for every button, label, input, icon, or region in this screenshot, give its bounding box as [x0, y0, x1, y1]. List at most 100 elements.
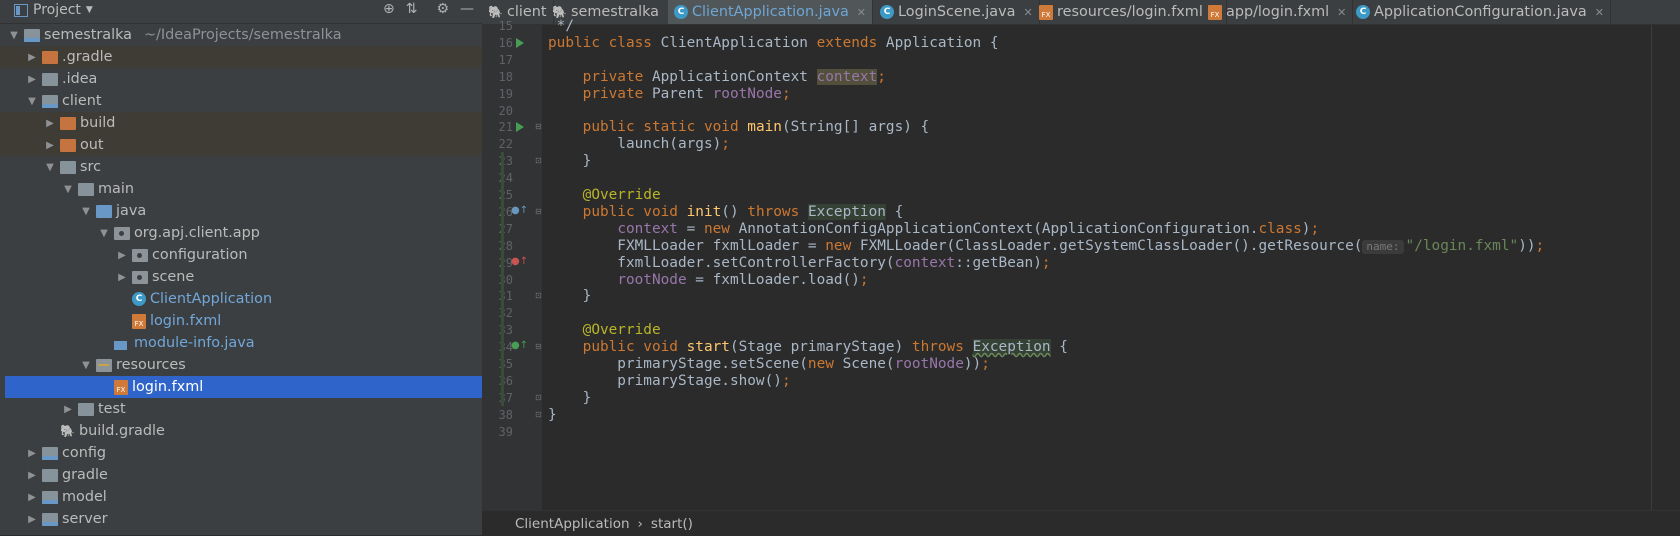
code-line[interactable]: */ — [548, 17, 574, 35]
code-line[interactable]: public void start(Stage primaryStage) th… — [548, 338, 1068, 356]
line-number[interactable]: 37 — [482, 389, 513, 407]
expand-right-icon[interactable]: ▶ — [26, 514, 38, 525]
expand-down-icon[interactable]: ▼ — [44, 162, 56, 173]
fold-end-icon[interactable]: ⊡ — [535, 292, 542, 300]
tree-item-build-gradle[interactable]: 🐘 build.gradle — [0, 420, 482, 442]
tree-item-java[interactable]: ▼ java — [0, 200, 482, 222]
expand-down-icon[interactable]: ▼ — [80, 206, 92, 217]
code-line[interactable]: launch(args); — [548, 135, 730, 153]
tree-item-out[interactable]: ▶ out — [0, 134, 482, 156]
line-number[interactable]: 30 — [482, 271, 513, 289]
vcs-change-marker[interactable] — [501, 152, 504, 406]
editor-gutter[interactable]: 15 16 17 18 19 20 21 ⊟ 22 23 ⊡ 24 25 26 ●↑ ⊟ 27 28 29 ●↑ 30 3… — [482, 19, 543, 510]
line-number[interactable]: 26 — [482, 203, 513, 221]
gear-icon[interactable]: ⚙ — [436, 1, 449, 17]
tree-item-config[interactable]: ▶ config — [0, 442, 482, 464]
hide-icon[interactable]: — — [460, 1, 474, 17]
tree-item-semestralka[interactable]: ▼ semestralka ~/IdeaProjects/semestralka — [0, 24, 482, 46]
expand-right-icon[interactable]: ▶ — [116, 272, 128, 283]
tree-item-login-fxml[interactable]: FX login.fxml — [0, 310, 482, 332]
expand-right-icon[interactable]: ▶ — [26, 470, 38, 481]
code-line[interactable]: @Override — [548, 186, 661, 204]
line-number[interactable]: 21 — [482, 118, 513, 136]
expand-down-icon[interactable]: ▼ — [26, 96, 38, 107]
line-number[interactable]: 27 — [482, 220, 513, 238]
expand-down-icon[interactable]: ▼ — [8, 30, 20, 41]
code-line[interactable]: FXMLLoader fxmlLoader = new FXMLLoader(C… — [548, 237, 1544, 255]
breadcrumb-class[interactable]: ClientApplication — [515, 516, 630, 532]
close-tab-icon[interactable]: ✕ — [857, 6, 866, 19]
line-number[interactable]: 15 — [482, 17, 513, 35]
expand-right-icon[interactable]: ▶ — [26, 74, 38, 85]
expand-right-icon[interactable]: ▶ — [116, 250, 128, 261]
fold-end-icon[interactable]: ⊡ — [535, 410, 542, 419]
tree-item--gradle[interactable]: ▶ .gradle — [0, 46, 482, 68]
line-number[interactable]: 33 — [482, 321, 513, 339]
fold-open-icon[interactable]: ⊟ — [535, 207, 542, 216]
tree-item-scene[interactable]: ▶ scene — [0, 266, 482, 288]
tree-item-login-fxml[interactable]: FX login.fxml — [5, 376, 482, 398]
globe-icon[interactable]: ⊕ — [383, 1, 395, 17]
tab-app-login-fxml[interactable]: FX app/login.fxml ✕ — [1202, 0, 1354, 24]
tree-item-src[interactable]: ▼ src — [0, 156, 482, 178]
code-line[interactable]: context = new AnnotationConfigApplicatio… — [548, 220, 1319, 238]
tree-item-configuration[interactable]: ▶ configuration — [0, 244, 482, 266]
line-number[interactable]: 17 — [482, 51, 513, 69]
code-line[interactable]: fxmlLoader.setControllerFactory(context:… — [548, 254, 1050, 272]
tree-item--idea[interactable]: ▶ .idea — [0, 68, 482, 90]
line-number[interactable]: 18 — [482, 68, 513, 86]
code-area[interactable]: */public class ClientApplication extends… — [542, 18, 1680, 510]
expand-down-icon[interactable]: ▼ — [80, 360, 92, 371]
close-tab-icon[interactable]: ✕ — [1023, 6, 1032, 19]
override-method-icon[interactable]: ●↑ — [511, 340, 528, 351]
tree-item-model[interactable]: ▶ model — [0, 486, 482, 508]
expand-right-icon[interactable]: ▶ — [44, 140, 56, 151]
tab-applicationconfiguration-java[interactable]: C ApplicationConfiguration.java ✕ — [1350, 0, 1611, 24]
line-number[interactable]: 16 — [482, 34, 513, 52]
tree-item-clientapplication[interactable]: C ClientApplication — [0, 288, 482, 310]
tab-loginscene-java[interactable]: C LoginScene.java ✕ — [874, 0, 1040, 24]
code-line[interactable]: public class ClientApplication extends A… — [548, 34, 999, 52]
line-number[interactable]: 23 — [482, 152, 513, 170]
line-number[interactable]: 36 — [482, 372, 513, 390]
tree-item-test[interactable]: ▶ test — [0, 398, 482, 420]
run-icon[interactable] — [516, 37, 524, 48]
code-editor[interactable]: 15 16 17 18 19 20 21 ⊟ 22 23 ⊡ 24 25 26 ●↑ ⊟ 27 28 29 ●↑ 30 3… — [482, 18, 1680, 510]
close-tab-icon[interactable]: ✕ — [1337, 6, 1346, 19]
code-line[interactable]: primaryStage.show(); — [548, 372, 790, 390]
code-line[interactable]: } — [548, 152, 592, 170]
line-number[interactable]: 38 — [482, 406, 513, 424]
tree-item-server[interactable]: ▶ server — [0, 508, 482, 530]
line-number[interactable]: 28 — [482, 237, 513, 255]
tree-item-build[interactable]: ▶ build — [0, 112, 482, 134]
tree-item-org-apj-client-app[interactable]: ▼ org.apj.client.app — [0, 222, 482, 244]
fold-open-icon[interactable]: ⊟ — [535, 123, 542, 131]
collapse-icon[interactable]: ⇅ — [406, 1, 418, 17]
expand-right-icon[interactable]: ▶ — [26, 52, 38, 63]
code-line[interactable]: public static void main(String[] args) { — [548, 118, 930, 136]
line-number[interactable]: 29 — [482, 254, 513, 272]
code-line[interactable]: rootNode = fxmlLoader.load(); — [548, 271, 868, 289]
override-method-icon[interactable]: ●↑ — [511, 205, 528, 216]
fold-end-icon[interactable]: ⊡ — [535, 157, 542, 165]
fold-open-icon[interactable]: ⊟ — [535, 343, 542, 351]
line-number[interactable]: 32 — [482, 304, 513, 322]
code-line[interactable]: private ApplicationContext context; — [548, 68, 886, 86]
expand-right-icon[interactable]: ▶ — [62, 404, 74, 415]
line-number[interactable]: 19 — [482, 85, 513, 103]
code-line[interactable]: } — [548, 287, 592, 305]
fold-end-icon[interactable]: ⊡ — [535, 393, 542, 402]
tree-item-gradle[interactable]: ▶ gradle — [0, 464, 482, 486]
line-number[interactable]: 25 — [482, 186, 513, 204]
project-view-selector[interactable]: Project ▼ — [14, 2, 93, 18]
line-number[interactable]: 24 — [482, 169, 513, 187]
tab-resources-login-fxml[interactable]: FXresources/login.fxml✕ — [1033, 0, 1228, 24]
tree-item-client[interactable]: ▼ client — [0, 90, 482, 112]
tree-item-main[interactable]: ▼ main — [0, 178, 482, 200]
breakpoint-override-icon[interactable]: ●↑ — [511, 256, 528, 267]
tab-clientapplication-java[interactable]: C ClientApplication.java ✕ — [668, 0, 874, 24]
line-number[interactable]: 35 — [482, 355, 513, 373]
code-line[interactable]: @Override — [548, 321, 661, 339]
run-icon[interactable] — [516, 122, 524, 133]
expand-down-icon[interactable]: ▼ — [98, 228, 110, 239]
